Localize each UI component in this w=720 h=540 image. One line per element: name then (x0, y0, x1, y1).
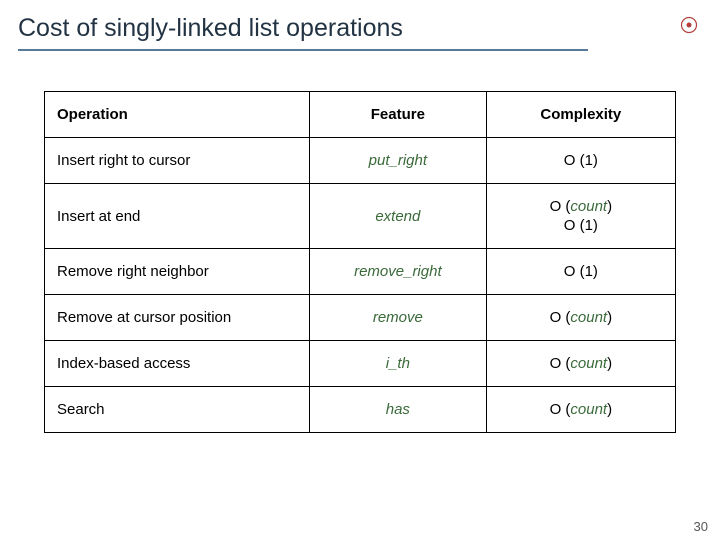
header-complexity: Complexity (486, 92, 675, 138)
operation-cell: Index-based access (45, 341, 310, 387)
feature-cell: remove_right (310, 249, 487, 295)
title-area: Cost of singly-linked list operations (0, 0, 720, 51)
cost-table: Operation Feature Complexity Insert righ… (44, 91, 676, 433)
feature-cell: has (310, 387, 487, 433)
table-body: Insert right to cursorput_rightO (1)Inse… (45, 138, 676, 433)
operation-cell: Remove at cursor position (45, 295, 310, 341)
complexity-cell: O (count) (486, 387, 675, 433)
complexity-cell: O (count) (486, 295, 675, 341)
table-row: SearchhasO (count) (45, 387, 676, 433)
table-row: Insert at endextendO (count)O (1) (45, 184, 676, 249)
table-row: Insert right to cursorput_rightO (1) (45, 138, 676, 184)
corner-logo-icon (680, 16, 698, 34)
page-title: Cost of singly-linked list operations (18, 14, 720, 43)
operation-cell: Insert right to cursor (45, 138, 310, 184)
complexity-cell: O (count)O (1) (486, 184, 675, 249)
table-row: Remove at cursor positionremoveO (count) (45, 295, 676, 341)
operation-cell: Remove right neighbor (45, 249, 310, 295)
table-row: Index-based accessi_thO (count) (45, 341, 676, 387)
page-number: 30 (694, 519, 708, 534)
complexity-cell: O (1) (486, 249, 675, 295)
operation-cell: Search (45, 387, 310, 433)
feature-cell: i_th (310, 341, 487, 387)
title-underline (18, 49, 588, 51)
feature-cell: extend (310, 184, 487, 249)
table-header-row: Operation Feature Complexity (45, 92, 676, 138)
complexity-cell: O (count) (486, 341, 675, 387)
header-feature: Feature (310, 92, 487, 138)
feature-cell: remove (310, 295, 487, 341)
table-row: Remove right neighborremove_rightO (1) (45, 249, 676, 295)
header-operation: Operation (45, 92, 310, 138)
complexity-cell: O (1) (486, 138, 675, 184)
cost-table-wrap: Operation Feature Complexity Insert righ… (44, 91, 676, 433)
operation-cell: Insert at end (45, 184, 310, 249)
feature-cell: put_right (310, 138, 487, 184)
